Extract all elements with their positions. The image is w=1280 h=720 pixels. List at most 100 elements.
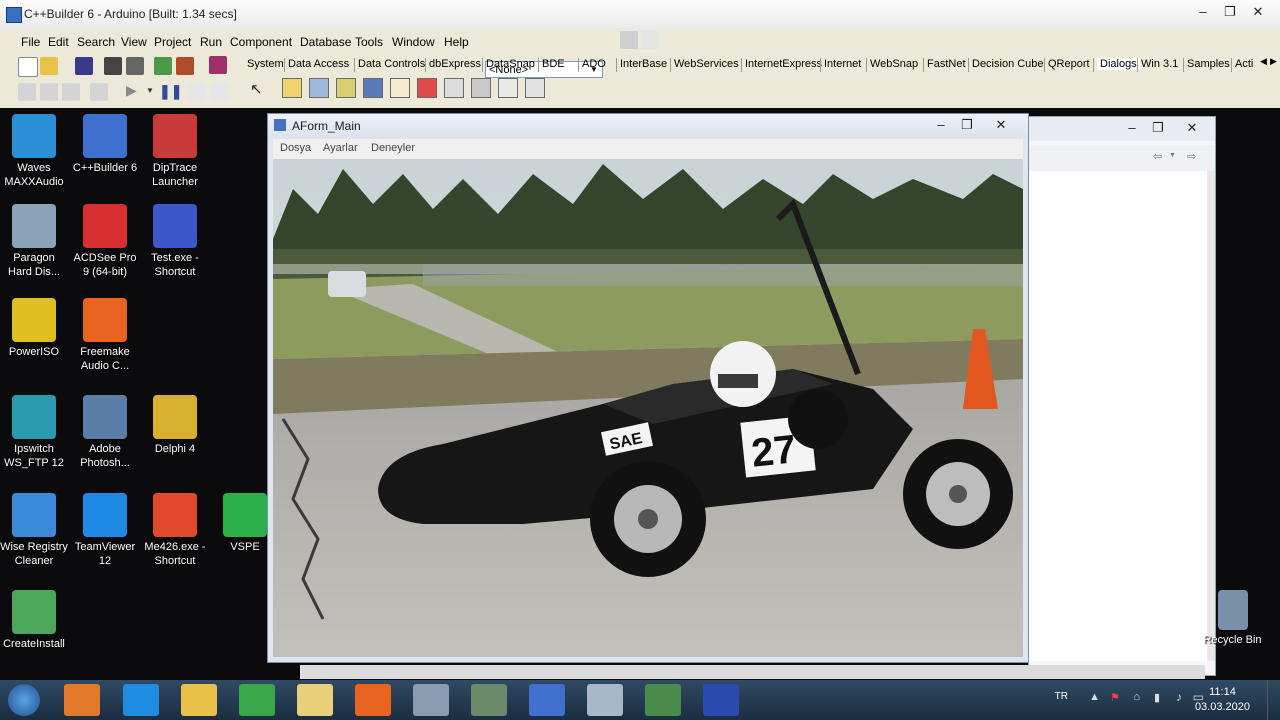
- palette-tab-data-controls[interactable]: Data Controls: [358, 58, 425, 70]
- palette-tab-interbase[interactable]: InterBase: [620, 58, 667, 70]
- desktop-icon[interactable]: Ipswitch WS_FTP 12: [0, 395, 74, 470]
- menu-component[interactable]: Component: [230, 35, 292, 49]
- desktop-icon[interactable]: Wise Registry Cleaner: [0, 493, 74, 568]
- calculator-icon[interactable]: [413, 684, 449, 716]
- palette-tab-bde[interactable]: BDE: [542, 58, 565, 70]
- start-button[interactable]: [8, 684, 40, 716]
- palette-tab-webservices[interactable]: WebServices: [674, 58, 739, 70]
- palette-tab-decision-cube[interactable]: Decision Cube: [972, 58, 1044, 70]
- chevron-right-icon[interactable]: ▶: [1270, 56, 1277, 67]
- back-arrow-icon[interactable]: ⇦: [1153, 150, 1162, 163]
- close-button[interactable]: ✕: [988, 116, 1014, 134]
- usb-icon[interactable]: ⌂: [1133, 691, 1140, 703]
- chevron-left-icon[interactable]: ◀: [1260, 56, 1267, 67]
- save-icon[interactable]: [75, 57, 93, 75]
- chrome-icon[interactable]: [239, 684, 275, 716]
- chevron-down-icon[interactable]: ▼: [146, 86, 154, 95]
- aform-title-bar[interactable]: AForm_Main – ❐ ✕: [268, 114, 1028, 138]
- volume-icon[interactable]: ♪: [1176, 690, 1182, 704]
- find-dialog-icon[interactable]: [498, 78, 518, 98]
- palette-tab-qreport[interactable]: QReport: [1048, 58, 1090, 70]
- menu-ayarlar[interactable]: Ayarlar: [323, 142, 358, 154]
- system-clock[interactable]: 11:14 03.03.2020: [1195, 685, 1250, 715]
- open-dialog-icon[interactable]: [282, 78, 302, 98]
- media-player-icon[interactable]: [64, 684, 100, 716]
- view-form-icon[interactable]: [40, 83, 58, 101]
- desktop-icon[interactable]: TeamViewer 12: [65, 493, 145, 568]
- maximize-button[interactable]: ❐: [954, 116, 980, 134]
- remove-file-icon[interactable]: [176, 57, 194, 75]
- palette-tab-internetexpress[interactable]: InternetExpress: [745, 58, 822, 70]
- desktop-icon[interactable]: ACDSee Pro 9 (64-bit): [65, 204, 145, 279]
- step-over-icon[interactable]: [210, 83, 228, 101]
- open-icon[interactable]: [40, 57, 58, 75]
- menu-search[interactable]: Search: [77, 35, 115, 49]
- open-project-icon[interactable]: [126, 57, 144, 75]
- desktop-icon[interactable]: Adobe Photosh...: [65, 395, 145, 470]
- debug-desktop-icon[interactable]: [641, 31, 659, 49]
- menu-file[interactable]: File: [21, 35, 40, 49]
- new-form-icon[interactable]: [90, 83, 108, 101]
- form-designer-icon[interactable]: [703, 684, 739, 716]
- palette-tab-win-3-1[interactable]: Win 3.1: [1141, 58, 1178, 70]
- palette-tab-dialogs[interactable]: Dialogs: [1097, 58, 1140, 70]
- notepad-icon[interactable]: [297, 684, 333, 716]
- desktop-icon[interactable]: Freemake Audio C...: [65, 298, 145, 373]
- desktop-icon[interactable]: Delphi 4: [135, 395, 215, 456]
- desktop-icon[interactable]: Me426.exe - Shortcut: [135, 493, 215, 568]
- palette-tab-datasnap[interactable]: DataSnap: [486, 58, 535, 70]
- palette-tab-samples[interactable]: Samples: [1187, 58, 1230, 70]
- palette-tab-data-access[interactable]: Data Access: [288, 58, 349, 70]
- desktop-icon[interactable]: Test.exe - Shortcut: [135, 204, 215, 279]
- palette-tab-internet[interactable]: Internet: [824, 58, 861, 70]
- close-button[interactable]: ✕: [1179, 119, 1205, 137]
- add-file-icon[interactable]: [154, 57, 172, 75]
- show-hidden-icons-icon[interactable]: ▲: [1089, 691, 1100, 703]
- forward-arrow-icon[interactable]: ⇨: [1187, 150, 1196, 163]
- view-unit-icon[interactable]: [18, 83, 36, 101]
- menu-help[interactable]: Help: [444, 35, 469, 49]
- toggle-form-unit-icon[interactable]: [62, 83, 80, 101]
- menu-edit[interactable]: Edit: [48, 35, 69, 49]
- desktop-icon[interactable]: DipTrace Launcher: [135, 114, 215, 189]
- close-button[interactable]: ✕: [1245, 3, 1271, 21]
- menu-database[interactable]: Database: [300, 35, 351, 49]
- recycle-bin-icon[interactable]: Recycle Bin: [1195, 590, 1270, 647]
- desktop-icon[interactable]: Waves MAXXAudio: [0, 114, 74, 189]
- save-desktop-icon[interactable]: [620, 31, 638, 49]
- show-desktop-button[interactable]: [1267, 680, 1280, 720]
- minimize-button[interactable]: –: [1119, 119, 1145, 137]
- save-all-icon[interactable]: [104, 57, 122, 75]
- palette-tab-ado[interactable]: ADO: [582, 58, 606, 70]
- save-picture-dialog-icon[interactable]: [363, 78, 383, 98]
- desktop-icon[interactable]: Paragon Hard Dis...: [0, 204, 74, 279]
- desktop-icon[interactable]: C++Builder 6: [65, 114, 145, 175]
- network-icon[interactable]: ▮: [1154, 691, 1160, 704]
- palette-tab-fastnet[interactable]: FastNet: [927, 58, 966, 70]
- maximize-button[interactable]: ❐: [1217, 3, 1243, 21]
- palette-tab-system[interactable]: System: [247, 58, 284, 70]
- replace-dialog-icon[interactable]: [525, 78, 545, 98]
- menu-view[interactable]: View: [121, 35, 147, 49]
- menu-project[interactable]: Project: [154, 35, 191, 49]
- app-icon[interactable]: [587, 684, 623, 716]
- chevron-down-icon[interactable]: ▼: [1169, 152, 1176, 159]
- palette-tab-websnap[interactable]: WebSnap: [870, 58, 918, 70]
- internet-explorer-icon[interactable]: [123, 684, 159, 716]
- language-indicator[interactable]: TR: [1055, 691, 1068, 702]
- open-picture-dialog-icon[interactable]: [336, 78, 356, 98]
- font-dialog-icon[interactable]: [390, 78, 410, 98]
- menu-tools[interactable]: Tools: [355, 35, 383, 49]
- menu-run[interactable]: Run: [200, 35, 222, 49]
- color-dialog-icon[interactable]: [417, 78, 437, 98]
- minimize-button[interactable]: –: [928, 116, 954, 134]
- printer-setup-dialog-icon[interactable]: [471, 78, 491, 98]
- desktop-icon[interactable]: CreateInstall: [0, 590, 74, 651]
- menu-deneyler[interactable]: Deneyler: [371, 142, 415, 154]
- cpp-builder-icon[interactable]: [529, 684, 565, 716]
- security-icon[interactable]: ⚑: [1110, 691, 1120, 704]
- print-dialog-icon[interactable]: [444, 78, 464, 98]
- app-icon[interactable]: [645, 684, 681, 716]
- maximize-button[interactable]: ❐: [1145, 119, 1171, 137]
- pause-icon[interactable]: ❚❚: [159, 83, 182, 100]
